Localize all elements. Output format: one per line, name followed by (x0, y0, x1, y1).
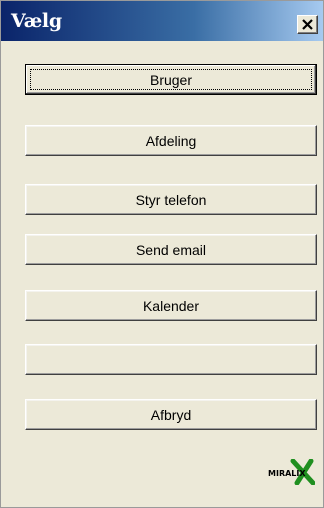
blank-button[interactable] (25, 344, 317, 375)
styr-telefon-button[interactable]: Styr telefon (25, 184, 317, 215)
dialog-window: Vælg Bruger Afdeling Styr telefon Send e… (0, 0, 324, 508)
kalender-button[interactable]: Kalender (25, 290, 317, 321)
miralix-logo: MIRALIX (268, 459, 315, 485)
bruger-button[interactable]: Bruger (25, 64, 317, 95)
close-icon (302, 19, 313, 30)
afbryd-button[interactable]: Afbryd (25, 399, 317, 430)
afdeling-button[interactable]: Afdeling (25, 125, 317, 156)
window-title: Vælg (11, 10, 62, 32)
title-bar[interactable]: Vælg (1, 1, 323, 41)
logo-text: MIRALIX (268, 469, 306, 478)
close-button[interactable] (297, 15, 318, 34)
send-email-button[interactable]: Send email (25, 234, 317, 265)
